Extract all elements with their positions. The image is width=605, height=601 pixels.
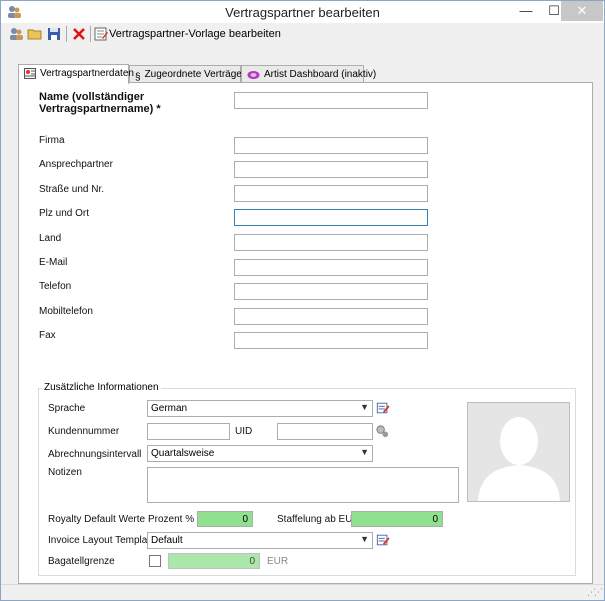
kundennummer-label: Kundennummer [48, 426, 120, 437]
toolbar-separator [90, 26, 91, 42]
resize-grip-icon[interactable]: ⋰⋰ [587, 587, 603, 598]
sprache-value: German [151, 403, 188, 414]
uid-label: UID [235, 426, 253, 437]
notizen-textarea[interactable] [147, 467, 459, 503]
title-bar: Vertragspartner bearbeiten — ☐ ✕ [1, 1, 604, 23]
strasse-input[interactable] [234, 185, 428, 202]
group-title: Zusätzliche Informationen [42, 382, 161, 393]
sprache-label: Sprache [48, 403, 86, 414]
edit-invoice-icon[interactable] [376, 533, 390, 547]
prozent-label: Prozent % [148, 514, 195, 525]
dialog-window: Vertragspartner bearbeiten — ☐ ✕ Vertrag… [0, 0, 605, 601]
toolbar-separator [66, 26, 67, 42]
edit-template-button[interactable]: Vertragspartner-Vorlage bearbeiten [109, 28, 281, 40]
abrechnungsintervall-select[interactable]: Quartalsweise ▼ [147, 445, 373, 462]
tab-artist-dashboard[interactable]: Artist Dashboard (inaktiv) [241, 65, 376, 83]
bagatellgrenze-label: Bagatellgrenze [48, 556, 115, 567]
strasse-label: Straße und Nr. [39, 184, 105, 195]
ansprechpartner-label: Ansprechpartner [39, 159, 113, 170]
invoice-template-label: Invoice Layout Template [48, 535, 156, 546]
plz-ort-label: Plz und Ort [39, 208, 90, 219]
id-card-icon [24, 68, 36, 79]
edit-language-icon[interactable] [376, 401, 390, 415]
bagatellgrenze-input[interactable]: 0 [168, 553, 260, 569]
tab-label: Vertragspartnerdaten [40, 68, 134, 79]
person-silhouette-icon [468, 403, 569, 501]
telefon-input[interactable] [234, 283, 428, 300]
notizen-label: Notizen [48, 467, 82, 478]
mobiltelefon-input[interactable] [234, 308, 428, 325]
uid-input[interactable] [277, 423, 373, 440]
sprache-select[interactable]: German ▼ [147, 400, 373, 417]
avatar[interactable] [467, 402, 570, 502]
new-user-icon[interactable] [8, 26, 24, 42]
abrechnungsintervall-label: Abrechnungsintervall [48, 449, 142, 460]
ansprechpartner-input[interactable] [234, 161, 428, 178]
tab-zugeordnete-vertraege[interactable]: § Zugeordnete Verträge [129, 65, 242, 83]
minimize-button[interactable]: — [512, 1, 540, 21]
close-button[interactable]: ✕ [561, 1, 603, 21]
name-input[interactable] [234, 92, 428, 109]
chevron-down-icon: ▼ [360, 534, 369, 544]
kundennummer-input[interactable] [147, 423, 230, 440]
save-icon[interactable] [46, 26, 62, 42]
edit-template-icon[interactable] [93, 26, 109, 42]
bagatellgrenze-unit: EUR [267, 556, 289, 567]
firma-label: Firma [39, 135, 65, 146]
status-bar: ⋰⋰ [1, 584, 604, 600]
dashboard-icon [247, 71, 260, 79]
prozent-input[interactable]: 0 [197, 511, 253, 527]
tab-label: Zugeordnete Verträge [144, 69, 242, 80]
tab-vertragspartnerdaten[interactable]: Vertragspartnerdaten [18, 64, 134, 84]
royalty-label: Royalty Default Werte [48, 514, 146, 525]
chevron-down-icon: ▼ [360, 402, 369, 412]
email-label: E-Mail [39, 257, 68, 268]
chevron-down-icon: ▼ [360, 447, 369, 457]
land-label: Land [39, 233, 62, 244]
abrechnungsintervall-value: Quartalsweise [151, 448, 215, 459]
firma-input[interactable] [234, 137, 428, 154]
bagatellgrenze-checkbox[interactable] [149, 555, 161, 567]
telefon-label: Telefon [39, 281, 72, 292]
delete-icon[interactable] [71, 26, 87, 42]
email-input[interactable] [234, 259, 428, 276]
staffelung-input[interactable]: 0 [351, 511, 443, 527]
open-folder-icon[interactable] [27, 26, 43, 42]
staffelung-label: Staffelung ab EUR [277, 514, 360, 525]
fax-label: Fax [39, 330, 56, 341]
search-user-icon[interactable] [375, 424, 390, 439]
plz-ort-input[interactable] [234, 209, 428, 226]
toolbar: Vertragspartner-Vorlage bearbeiten [1, 23, 604, 45]
land-input[interactable] [234, 234, 428, 251]
invoice-template-select[interactable]: Default ▼ [147, 532, 373, 549]
name-label: Name (vollständiger Vertragspartnername)… [39, 91, 161, 115]
fax-input[interactable] [234, 332, 428, 349]
invoice-template-value: Default [151, 535, 183, 546]
mobiltelefon-label: Mobiltelefon [39, 306, 93, 317]
tab-label: Artist Dashboard (inaktiv) [264, 69, 377, 80]
tab-panel: Name (vollständiger Vertragspartnername)… [18, 82, 593, 584]
